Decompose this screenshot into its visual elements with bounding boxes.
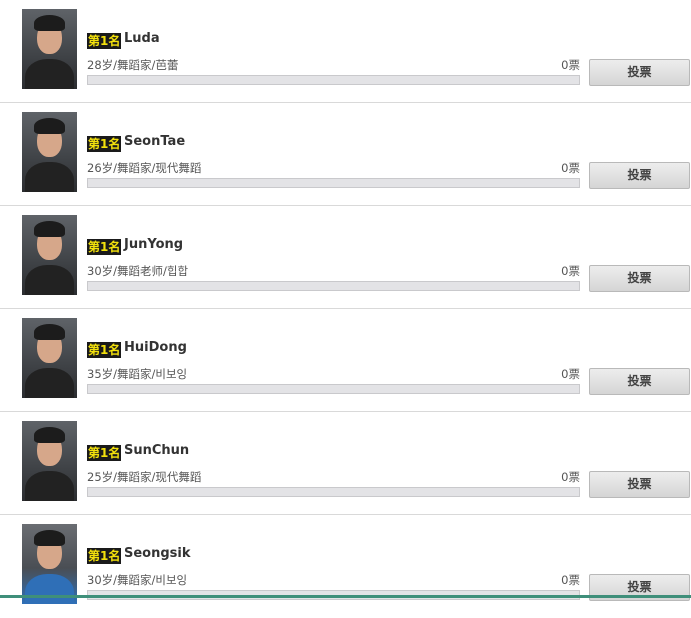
- vote-button[interactable]: 投票: [589, 471, 690, 498]
- rank-badge: 第1名: [87, 33, 122, 49]
- contestant-photo[interactable]: [22, 215, 77, 295]
- contestant-name: SeonTae: [124, 134, 186, 149]
- vote-progress-bar: [87, 281, 580, 291]
- contestant-row: 第1名 JunYong 30岁/舞蹈老师/힙합 0票 投票: [0, 206, 691, 309]
- vote-button[interactable]: 投票: [589, 265, 690, 292]
- vote-count: 0票: [561, 367, 580, 381]
- vote-button[interactable]: 投票: [589, 162, 690, 189]
- vote-count: 0票: [561, 470, 580, 484]
- contestant-photo[interactable]: [22, 421, 77, 501]
- contestant-name: HuiDong: [124, 340, 187, 355]
- vote-progress-bar: [87, 487, 580, 497]
- rank-badge: 第1名: [87, 445, 122, 461]
- contestant-row: 第1名 HuiDong 35岁/舞蹈家/비보잉 0票 投票: [0, 309, 691, 412]
- vote-button[interactable]: 投票: [589, 59, 690, 86]
- rank-badge: 第1名: [87, 342, 122, 358]
- contestant-name: SunChun: [124, 443, 190, 458]
- contestant-row: 第1名 Seongsik 30岁/舞蹈家/비보잉 0票 投票: [0, 515, 691, 618]
- rank-badge: 第1名: [87, 136, 122, 152]
- contestant-row: 第1名 SunChun 25岁/舞蹈家/现代舞蹈 0票 投票: [0, 412, 691, 515]
- rank-badge: 第1名: [87, 548, 122, 564]
- contestant-name: Seongsik: [124, 546, 191, 561]
- contestant-info: 30岁/舞蹈老师/힙합: [87, 264, 189, 278]
- rank-badge: 第1名: [87, 239, 122, 255]
- contestant-info: 35岁/舞蹈家/비보잉: [87, 367, 188, 381]
- contestant-list: 第1名 Luda 28岁/舞蹈家/芭蕾 0票 投票 第1名 SeonTae 26…: [0, 0, 691, 618]
- contestant-photo[interactable]: [22, 524, 77, 604]
- contestant-info: 28岁/舞蹈家/芭蕾: [87, 58, 179, 72]
- contestant-row: 第1名 SeonTae 26岁/舞蹈家/现代舞蹈 0票 投票: [0, 103, 691, 206]
- vote-count: 0票: [561, 264, 580, 278]
- vote-progress-bar: [87, 384, 580, 394]
- contestant-info: 30岁/舞蹈家/비보잉: [87, 573, 188, 587]
- vote-count: 0票: [561, 573, 580, 587]
- contestant-info: 26岁/舞蹈家/现代舞蹈: [87, 161, 202, 175]
- vote-progress-bar: [87, 75, 580, 85]
- contestant-photo[interactable]: [22, 318, 77, 398]
- contestant-row: 第1名 Luda 28岁/舞蹈家/芭蕾 0票 投票: [0, 0, 691, 103]
- contestant-photo[interactable]: [22, 112, 77, 192]
- vote-progress-bar: [87, 178, 580, 188]
- contestant-info: 25岁/舞蹈家/现代舞蹈: [87, 470, 202, 484]
- contestant-photo[interactable]: [22, 9, 77, 89]
- contestant-name: Luda: [124, 31, 160, 46]
- contestant-name: JunYong: [124, 237, 184, 252]
- vote-count: 0票: [561, 161, 580, 175]
- vote-button[interactable]: 投票: [589, 368, 690, 395]
- vote-count: 0票: [561, 58, 580, 72]
